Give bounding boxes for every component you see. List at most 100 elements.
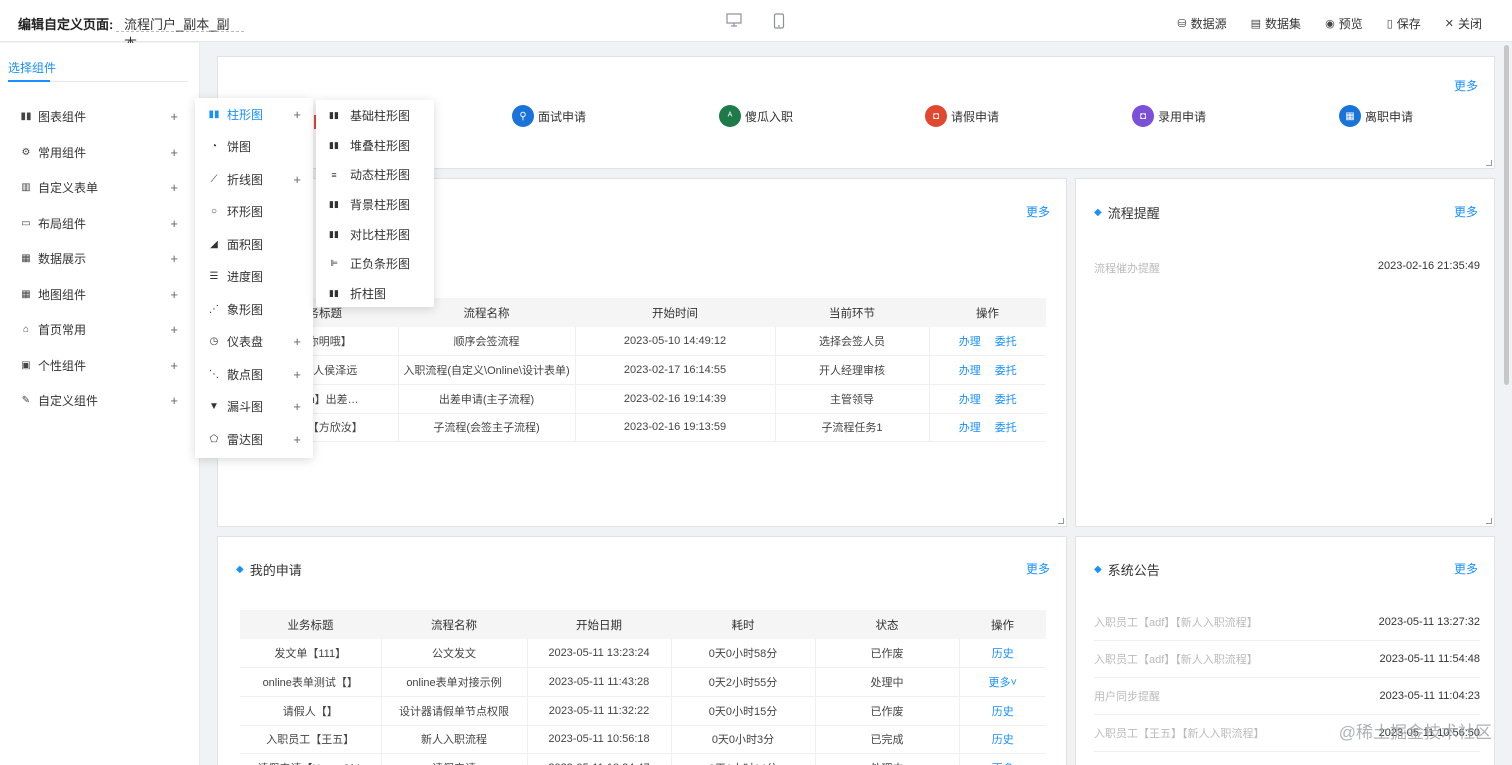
expand-icon[interactable]: +	[293, 399, 301, 414]
expand-icon[interactable]: +	[170, 393, 178, 408]
app-onboarding[interactable]: ᴬ 傻瓜入职	[719, 105, 793, 127]
map-icon: ▦	[21, 288, 31, 300]
bar-submenu-item[interactable]: ⊫ 正负条形图	[316, 249, 434, 279]
page-name-input[interactable]: 流程门户_副本_副本	[116, 10, 244, 51]
sidebar-item-label: 首页常用	[38, 323, 87, 338]
expand-icon[interactable]: +	[170, 216, 178, 231]
desktop-icon[interactable]	[726, 13, 742, 30]
more-link[interactable]: 更多	[1454, 203, 1478, 220]
expand-icon[interactable]: +	[293, 367, 301, 382]
history-link[interactable]: 历史	[992, 734, 1014, 746]
resize-handle[interactable]	[1058, 518, 1064, 524]
sidebar-item[interactable]: ▮▮ 图表组件 +	[0, 99, 200, 135]
sidebar-tab-select-component[interactable]: 选择组件	[8, 59, 56, 76]
sidebar-item[interactable]: ▣ 个性组件 +	[0, 348, 200, 384]
chart-menu-item[interactable]: ⋱ 散点图 +	[195, 358, 313, 391]
resize-handle[interactable]	[1486, 518, 1492, 524]
watermark: @稀土掘金技术社区	[1338, 723, 1492, 742]
expand-icon[interactable]: +	[293, 107, 301, 122]
sidebar-item[interactable]: ▥ 自定义表单 +	[0, 170, 200, 206]
bar-submenu-item[interactable]: ▮▮ 背景柱形图	[316, 190, 434, 220]
chart-menu-item[interactable]: ⬠ 雷达图 +	[195, 423, 313, 456]
expand-icon[interactable]: +	[170, 145, 178, 160]
list-item[interactable]: 流程催办提醒 2023-02-16 21:35:49	[1094, 260, 1480, 276]
delegate-link[interactable]: 委托	[995, 422, 1017, 434]
sidebar-item[interactable]: ✎ 自定义组件 +	[0, 383, 200, 419]
table-row[interactable]: 签【你明哦】 顺序会签流程 2023-05-10 14:49:12 选择会签人员…	[240, 327, 1046, 357]
table-row[interactable]: 请假人【】 设计器请假单节点权限 2023-05-11 11:32:22 0天0…	[240, 696, 1046, 726]
dynamic-bar-icon: ≡	[331, 169, 337, 180]
handle-link[interactable]: 办理	[959, 365, 981, 377]
cell-actions: 办理 委托	[929, 355, 1046, 385]
bar-submenu-item[interactable]: ▮▮ 基础柱形图	[316, 101, 434, 131]
expand-icon[interactable]: +	[293, 334, 301, 349]
expand-icon[interactable]: +	[170, 251, 178, 266]
expand-icon[interactable]: +	[170, 358, 178, 373]
app-hire-apply[interactable]: ◘ 录用申请	[1132, 105, 1206, 127]
resize-handle[interactable]	[1486, 160, 1492, 166]
bar-submenu-item[interactable]: ▮▮ 堆叠柱形图	[316, 131, 434, 161]
bar-submenu-label: 动态柱形图	[350, 168, 411, 183]
table-row[interactable]: 发文单【111】 公文发文 2023-05-11 13:23:24 0天0小时5…	[240, 639, 1046, 669]
mobile-icon[interactable]	[773, 13, 785, 32]
datasource-button[interactable]: ⛁ 数据源	[1177, 15, 1226, 32]
expand-icon[interactable]: +	[170, 287, 178, 302]
cell-actions: 办理 委托	[929, 384, 1046, 414]
chart-menu-item[interactable]: ◷ 仪表盘 +	[195, 326, 313, 359]
table-row[interactable]: online表单测试【】 online表单对接示例 2023-05-11 11:…	[240, 667, 1046, 697]
table-row[interactable]: 入职员工【王五】 新人入职流程 2023-05-11 10:56:18 0天0小…	[240, 725, 1046, 755]
handle-link[interactable]: 办理	[959, 394, 981, 406]
expand-icon[interactable]: +	[293, 172, 301, 187]
chart-menu-item[interactable]: ▼ 漏斗图 +	[195, 391, 313, 424]
table-row[interactable]: 签测试【方欣汝】 子流程(会签主子流程) 2023-02-16 19:13:59…	[240, 413, 1046, 443]
more-link[interactable]: 更多	[1454, 560, 1478, 577]
history-link[interactable]: 历史	[992, 706, 1014, 718]
page-scrollbar[interactable]	[1504, 45, 1509, 385]
app-leave-apply[interactable]: ◘ 请假申请	[925, 105, 999, 127]
more-link[interactable]: 更多	[1454, 77, 1478, 94]
chart-menu-item[interactable]: ◢ 面积图	[195, 228, 313, 261]
list-item[interactable]: 入职员工【adf】【新人入职流程】 2023-05-11 11:54:48	[1094, 641, 1480, 678]
chart-menu-item[interactable]: ▮▮ 柱形图 +	[195, 98, 313, 131]
bar-submenu-item[interactable]: ▮▮ 对比柱形图	[316, 219, 434, 249]
list-item[interactable]: 入职员工【adf】【新人入职流程】 2023-05-11 13:27:32	[1094, 604, 1480, 641]
app-resign-apply[interactable]: ▦ 离职申请	[1339, 105, 1413, 127]
chart-menu-item[interactable]: ○ 环形图	[195, 196, 313, 229]
close-button[interactable]: ✕ 关闭	[1445, 15, 1482, 32]
chart-menu-item[interactable]: ⟋ 折线图 +	[195, 163, 313, 196]
chart-menu-label: 环形图	[227, 205, 264, 220]
more-link[interactable]: 更多	[1026, 560, 1050, 577]
more-link[interactable]: 更多	[1026, 203, 1050, 220]
sidebar-item-label: 布局组件	[38, 216, 87, 231]
bar-line-icon: ▮▮	[329, 287, 339, 298]
app-interview-apply[interactable]: ⚲ 面试申请	[512, 105, 586, 127]
handle-link[interactable]: 办理	[959, 422, 981, 434]
bar-submenu-item[interactable]: ▮▮ 折柱图	[316, 279, 434, 309]
table-row[interactable]: | admin】出差… 出差申请(主子流程) 2023-02-16 19:14:…	[240, 384, 1046, 414]
sidebar-item[interactable]: ⌂ 首页常用 +	[0, 312, 200, 348]
bar-submenu-item[interactable]: ≡ 动态柱形图	[316, 160, 434, 190]
handle-link[interactable]: 办理	[959, 336, 981, 348]
list-item[interactable]: 用户同步提醒 2023-05-11 11:04:23	[1094, 678, 1480, 715]
chart-menu-item[interactable]: ☰ 进度图	[195, 261, 313, 294]
expand-icon[interactable]: +	[293, 432, 301, 447]
history-link[interactable]: 历史	[992, 648, 1014, 660]
sidebar-item[interactable]: ⚙ 常用组件 +	[0, 135, 200, 171]
table-row[interactable]: —入职人侯泽远 入职流程(自定义\Online\设计表单) 2023-02-17…	[240, 355, 1046, 385]
sidebar-item[interactable]: ▦ 数据展示 +	[0, 241, 200, 277]
delegate-link[interactable]: 委托	[995, 365, 1017, 377]
chart-menu-item[interactable]: ⋰ 象形图	[195, 293, 313, 326]
expand-icon[interactable]: +	[170, 322, 178, 337]
expand-icon[interactable]: +	[170, 109, 178, 124]
table-row[interactable]: 请假申请【Hmm-ObL 请假申请 2023-05-11 10:34:47 0天…	[240, 753, 1046, 765]
delegate-link[interactable]: 委托	[995, 394, 1017, 406]
sidebar-item[interactable]: ▦ 地图组件 +	[0, 277, 200, 313]
preview-button[interactable]: ◉ 预览	[1325, 15, 1363, 32]
delegate-link[interactable]: 委托	[995, 336, 1017, 348]
dataset-button[interactable]: ▤ 数据集	[1251, 15, 1301, 32]
save-button[interactable]: ▯ 保存	[1387, 15, 1421, 32]
chart-menu-item[interactable]: ◔ 饼图	[195, 131, 313, 164]
sidebar-item[interactable]: ▭ 布局组件 +	[0, 206, 200, 242]
expand-icon[interactable]: +	[170, 180, 178, 195]
history-link[interactable]: 更多˅	[989, 677, 1017, 689]
